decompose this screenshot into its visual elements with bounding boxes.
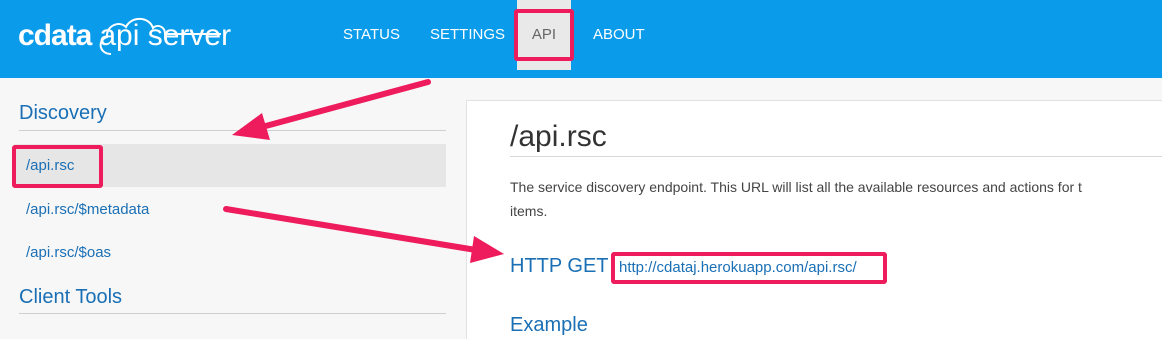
highlight-box-api-tab xyxy=(514,9,574,61)
endpoint-description-continued: items. xyxy=(510,203,548,219)
sidebar-heading-discovery: Discovery xyxy=(19,102,107,124)
nav-about[interactable]: ABOUT xyxy=(593,0,645,70)
nav-settings[interactable]: SETTINGS xyxy=(430,0,505,70)
sidebar-divider xyxy=(19,313,446,314)
arrow-to-http-get xyxy=(223,206,504,263)
nav-status[interactable]: STATUS xyxy=(343,0,400,70)
highlight-box-endpoint-url xyxy=(611,252,887,284)
endpoint-description: The service discovery endpoint. This URL… xyxy=(510,179,1082,195)
arrow-to-api-rsc xyxy=(232,79,431,140)
http-method-label: HTTP GET xyxy=(510,255,609,277)
title-divider xyxy=(510,156,1162,157)
top-nav-bar: cdata api server STATUS SETTINGS API ABO… xyxy=(0,0,1162,78)
main-navigation: STATUS SETTINGS API ABOUT xyxy=(0,0,1162,78)
highlight-box-api-rsc xyxy=(12,145,103,188)
sidebar-divider xyxy=(19,130,446,131)
sidebar-link-metadata[interactable]: /api.rsc/$metadata xyxy=(26,201,149,218)
page-title: /api.rsc xyxy=(510,120,607,153)
sidebar-heading-client-tools: Client Tools xyxy=(19,286,123,308)
example-heading: Example xyxy=(510,314,588,336)
sidebar-link-oas[interactable]: /api.rsc/$oas xyxy=(26,244,111,261)
